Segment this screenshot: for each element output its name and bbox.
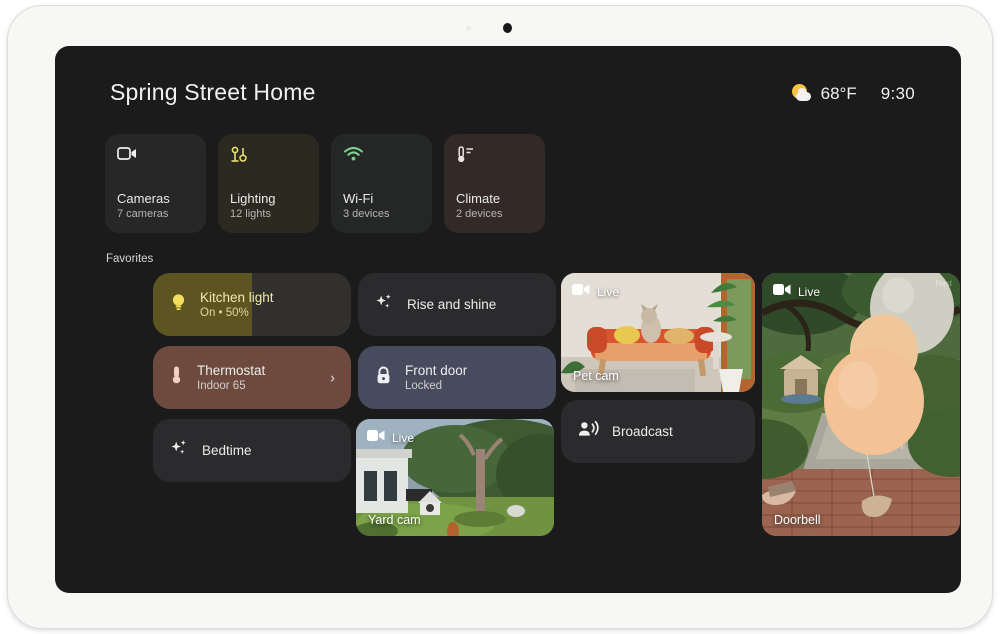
camera-tile-yard-cam[interactable]: Live Yard cam (356, 419, 554, 536)
favorite-tile-kitchen-light[interactable]: Kitchen light On • 50% (153, 273, 351, 336)
doorbell-feed (762, 273, 960, 536)
live-badge: Live (572, 283, 619, 301)
broadcast-icon (578, 420, 599, 444)
lock-closed-icon (375, 366, 392, 390)
front-camera-icon (503, 23, 512, 33)
quick-action-cameras[interactable]: Cameras 7 cameras (105, 134, 206, 233)
thermometer-icon (170, 365, 184, 390)
camera-name-label: Doorbell (774, 513, 821, 527)
quick-action-climate[interactable]: Climate 2 devices (444, 134, 545, 233)
favorites-grid: Kitchen light On • 50% Thermostat Indoor… (101, 273, 961, 548)
camera-tile-pet-cam[interactable]: Live Pet cam (561, 273, 755, 392)
sparkle-icon (170, 439, 189, 463)
favorite-tile-broadcast[interactable]: Broadcast (561, 400, 755, 463)
quick-action-label: Lighting (230, 191, 276, 206)
live-label: Live (798, 285, 821, 299)
live-label: Live (597, 285, 620, 299)
quick-action-sub: 3 devices (343, 208, 390, 220)
nest-watermark: Nest (935, 279, 952, 288)
camera-name-label: Pet cam (573, 369, 619, 383)
favorite-tile-rise-and-shine[interactable]: Rise and shine (358, 273, 556, 336)
favorite-tile-bedtime[interactable]: Bedtime (153, 419, 351, 482)
page-title: Spring Street Home (110, 79, 316, 105)
camera-name-label: Yard cam (368, 513, 421, 527)
thermometer-icon (456, 146, 533, 168)
weather-widget[interactable]: 68°F (790, 84, 857, 104)
favorite-tile-thermostat[interactable]: Thermostat Indoor 65 › (153, 346, 351, 409)
camera-tile-doorbell[interactable]: Nest Live Doorbell (762, 273, 960, 536)
tile-subtitle: Indoor 65 (197, 379, 246, 392)
video-camera-icon (572, 283, 590, 301)
quick-action-sub: 2 devices (456, 208, 503, 220)
quick-action-lighting[interactable]: Lighting 12 lights (218, 134, 319, 233)
quick-action-label: Cameras (117, 191, 170, 206)
live-label: Live (392, 431, 415, 445)
video-camera-icon (773, 283, 791, 301)
app-header: Spring Street Home 68°F 9:30 (55, 46, 961, 124)
tile-title: Kitchen light (200, 289, 274, 305)
live-badge: Live (367, 429, 414, 447)
chevron-right-icon[interactable]: › (330, 369, 335, 386)
tile-title: Thermostat (197, 362, 266, 378)
quick-action-label: Wi-Fi (343, 191, 374, 206)
quick-action-sub: 12 lights (230, 208, 271, 220)
tablet-screen: Spring Street Home 68°F 9:30 Cameras 7 c… (55, 46, 961, 593)
tile-subtitle: On • 50% (200, 306, 249, 319)
sparkle-icon (375, 293, 394, 317)
video-camera-icon (367, 429, 385, 447)
tile-title: Rise and shine (407, 297, 497, 312)
clock-label: 9:30 (880, 84, 915, 103)
quick-action-label: Climate (456, 191, 501, 206)
quick-action-sub: 7 cameras (117, 208, 169, 220)
quick-actions-row: Cameras 7 cameras Lighting 12 lights Wi-… (105, 134, 545, 233)
live-badge: Live (773, 283, 820, 301)
favorites-section-label: Favorites (106, 253, 154, 265)
lighting-icon (230, 146, 307, 168)
lightbulb-icon (170, 293, 187, 317)
tile-title: Front door (405, 362, 468, 378)
ambient-sensor-icon (466, 26, 471, 31)
status-area: 68°F 9:30 (790, 84, 915, 104)
tablet-device-frame: Spring Street Home 68°F 9:30 Cameras 7 c… (8, 6, 992, 628)
quick-action-wifi[interactable]: Wi-Fi 3 devices (331, 134, 432, 233)
tile-title: Bedtime (202, 443, 252, 458)
tile-subtitle: Locked (405, 379, 443, 392)
wifi-icon (343, 146, 420, 168)
partly-sunny-icon (790, 84, 812, 104)
favorite-tile-front-door[interactable]: Front door Locked (358, 346, 556, 409)
video-camera-icon (117, 146, 194, 168)
temperature-label: 68°F (820, 84, 857, 103)
tile-title: Broadcast (612, 424, 673, 439)
